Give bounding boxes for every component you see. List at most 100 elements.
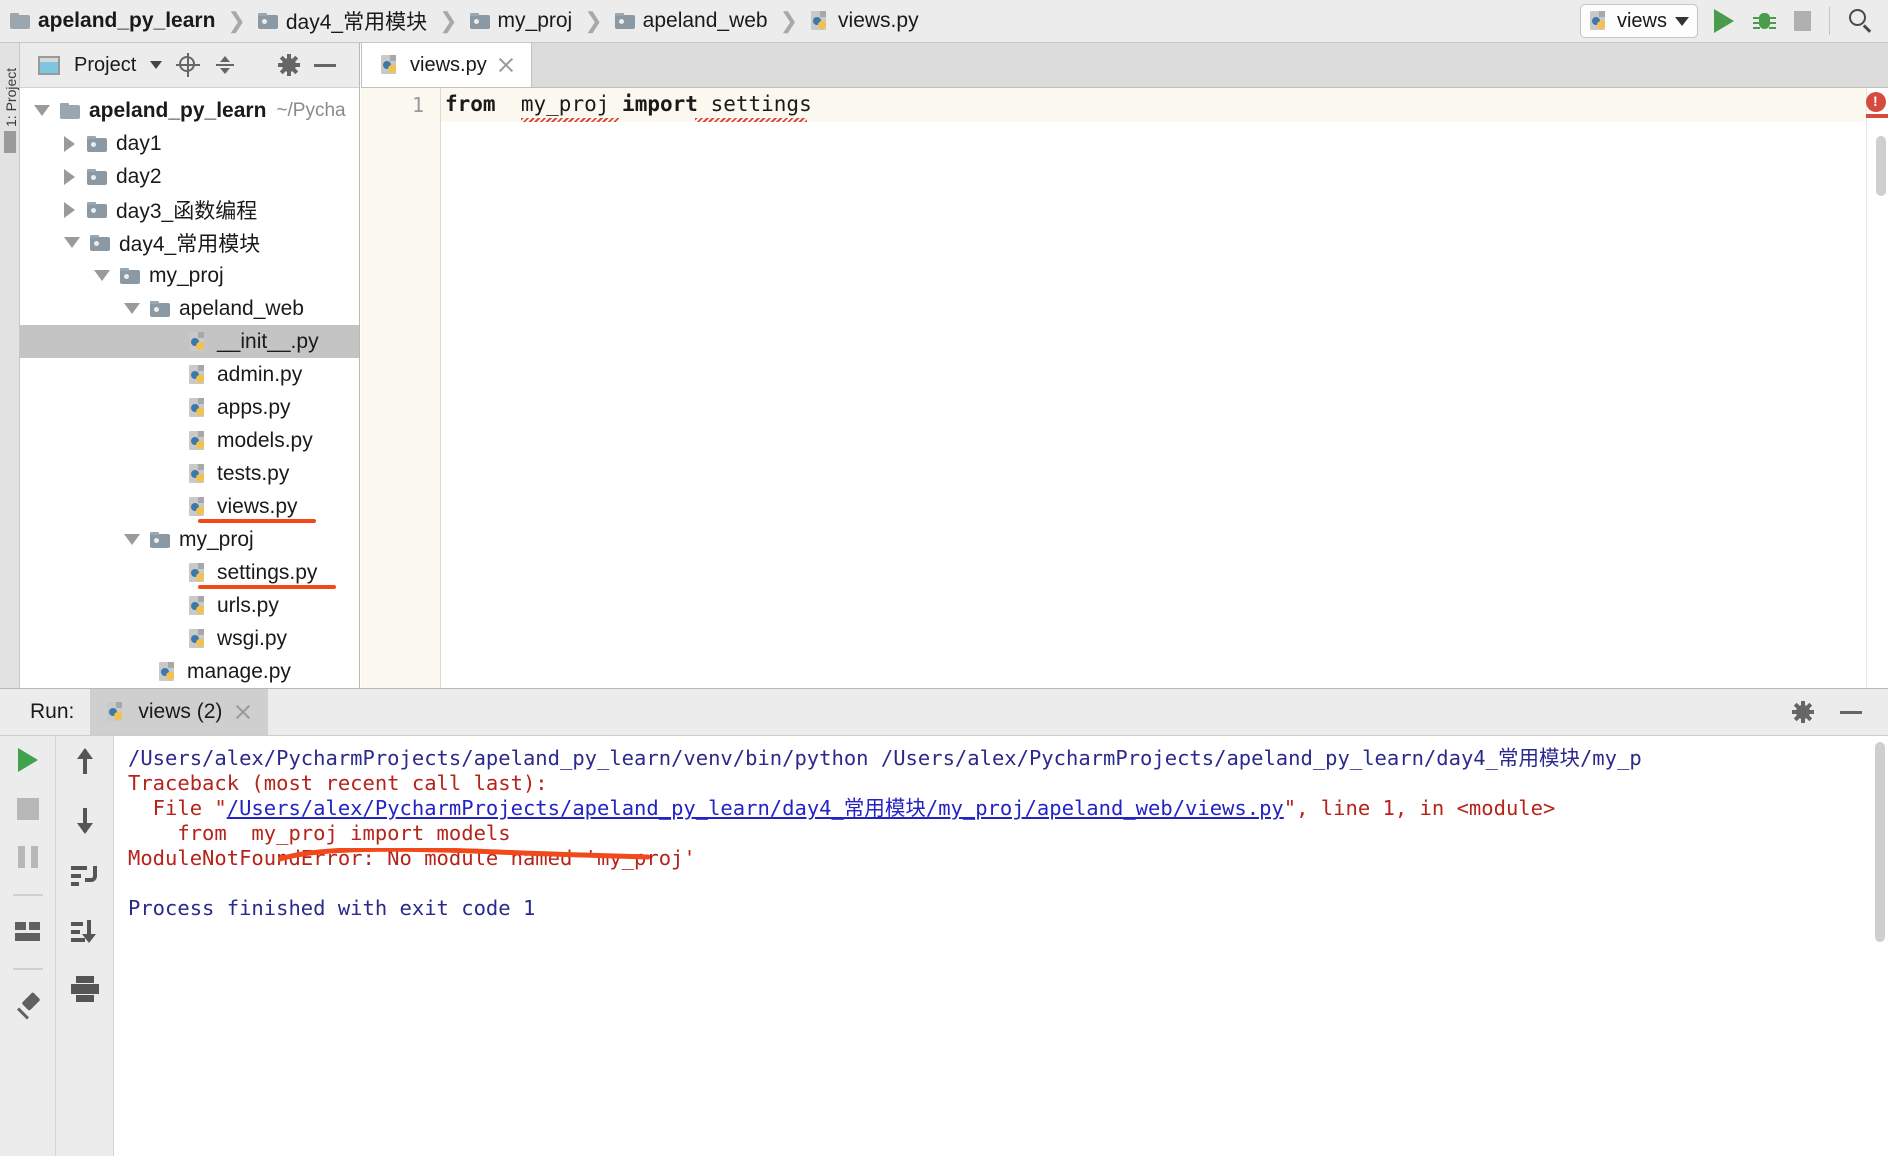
tree-row-day2[interactable]: day2 — [20, 160, 359, 193]
scroll-down-icon[interactable] — [73, 806, 97, 834]
tree-row-apps-py[interactable]: apps.py — [20, 391, 359, 424]
toolbar-divider — [1829, 7, 1830, 35]
minimize-icon[interactable] — [314, 63, 337, 67]
soft-wrap-icon[interactable] — [70, 864, 99, 890]
stop-icon[interactable] — [1794, 11, 1811, 31]
search-icon[interactable] — [1848, 8, 1874, 34]
expander-down-icon[interactable] — [94, 270, 110, 281]
tree-label: wsgi.py — [217, 626, 288, 650]
close-icon[interactable] — [234, 703, 252, 721]
editor-tab-views-py[interactable]: views.py — [361, 43, 532, 87]
console-output[interactable]: /Users/alex/PycharmProjects/apeland_py_l… — [114, 736, 1888, 1156]
pause-icon[interactable] — [17, 846, 38, 868]
console-line-command: /Users/alex/PycharmProjects/apeland_py_l… — [128, 746, 1642, 770]
tree-path-hint: ~/Pycha — [276, 99, 346, 121]
error-squiggle-imported — [695, 118, 807, 122]
close-icon[interactable] — [497, 56, 515, 74]
expander-right-icon[interactable] — [64, 135, 75, 152]
breadcrumb-item-apeland-web[interactable]: apeland_web — [614, 0, 768, 42]
structure-tool-button[interactable] — [4, 131, 16, 153]
locate-icon[interactable] — [176, 53, 201, 77]
breadcrumb-separator: ❯ — [584, 8, 603, 33]
tree-row-apeland-py-learn[interactable]: apeland_py_learn ~/Pycha — [20, 94, 359, 127]
tree-label: models.py — [217, 428, 313, 452]
console-scrollbar[interactable] — [1875, 742, 1885, 942]
python-file-icon — [188, 496, 208, 518]
minimize-icon[interactable] — [1840, 710, 1862, 714]
tree-row-day1[interactable]: day1 — [20, 127, 359, 160]
tree-row-manage-py[interactable]: manage.py — [20, 655, 359, 688]
editor-area: views.py 1 from my_proj import settings — [361, 43, 1888, 688]
breadcrumb-item-views-py[interactable]: views.py — [810, 0, 919, 42]
breadcrumb-item-project[interactable]: apeland_py_learn — [10, 0, 215, 42]
tree-label: day4_常用模块 — [119, 232, 261, 256]
error-squiggle-module — [521, 118, 619, 122]
run-icon[interactable] — [1714, 9, 1734, 33]
collapse-all-icon[interactable] — [214, 54, 236, 76]
error-stripe-mark[interactable] — [1866, 114, 1888, 118]
breadcrumb-item-my-proj[interactable]: my_proj — [469, 0, 573, 42]
keyword-from: from — [445, 92, 496, 116]
project-tool-button[interactable]: 1: Project — [3, 63, 19, 127]
tree-row-settings-py[interactable]: settings.py — [20, 556, 359, 589]
console-line-traceback: Traceback (most recent call last): — [128, 771, 548, 795]
run-tab-views[interactable]: views (2) — [90, 689, 269, 735]
expander-down-icon[interactable] — [64, 237, 80, 248]
tree-label: settings.py — [217, 560, 318, 584]
stop-icon[interactable] — [16, 798, 39, 820]
folder-icon — [150, 300, 170, 317]
folder-icon — [120, 267, 140, 284]
breadcrumb-label: apeland_py_learn — [38, 9, 216, 32]
console-file-prefix: File " — [128, 796, 227, 820]
folder-icon — [87, 201, 107, 218]
tree-label: manage.py — [187, 659, 291, 683]
pin-icon[interactable] — [15, 991, 41, 1022]
run-panel-header: Run: views (2) — [0, 689, 1888, 736]
folder-icon — [87, 135, 107, 152]
breadcrumb-label: my_proj — [497, 9, 573, 32]
scroll-to-end-icon[interactable] — [70, 920, 99, 946]
tree-row-models-py[interactable]: models.py — [20, 424, 359, 457]
rerun-icon[interactable] — [17, 748, 38, 772]
tree-label: my_proj — [179, 527, 254, 551]
print-icon[interactable] — [70, 976, 99, 1002]
tree-row-views-py[interactable]: views.py — [20, 490, 359, 523]
line-number: 1 — [411, 93, 424, 117]
gear-icon[interactable] — [278, 54, 301, 76]
scroll-up-icon[interactable] — [73, 748, 97, 776]
console-file-link[interactable]: /Users/alex/PycharmProjects/apeland_py_l… — [227, 796, 1284, 820]
error-badge-icon[interactable] — [1866, 92, 1886, 112]
expander-down-icon[interactable] — [124, 534, 140, 545]
chevron-down-icon[interactable] — [150, 61, 163, 69]
tree-row-apeland-web[interactable]: apeland_web — [20, 292, 359, 325]
module-name: my_proj — [520, 92, 610, 116]
editor-tab-label: views.py — [410, 53, 487, 76]
python-file-icon — [106, 701, 126, 723]
run-configuration-selector[interactable]: views — [1579, 4, 1698, 38]
code-editor[interactable]: 1 from my_proj import settings — [361, 88, 1888, 688]
expander-right-icon[interactable] — [64, 201, 75, 218]
tree-row-urls-py[interactable]: urls.py — [20, 589, 359, 622]
breadcrumb-separator: ❯ — [779, 8, 799, 33]
debug-icon[interactable] — [1752, 9, 1776, 33]
expander-down-icon[interactable] — [34, 105, 50, 116]
tree-row-admin-py[interactable]: admin.py — [20, 358, 359, 391]
expander-down-icon[interactable] — [124, 303, 140, 314]
breadcrumb-label: apeland_web — [642, 9, 768, 32]
tree-label: admin.py — [217, 362, 303, 386]
breadcrumb-item-day4[interactable]: day4_常用模块 — [257, 0, 428, 42]
tree-row-day4[interactable]: day4_常用模块 — [20, 226, 359, 259]
editor-scrollbar[interactable] — [1876, 136, 1886, 196]
tree-row-my-proj-inner[interactable]: my_proj — [20, 523, 359, 556]
tree-row-my-proj-outer[interactable]: my_proj — [20, 259, 359, 292]
expander-right-icon[interactable] — [64, 168, 75, 185]
layout-icon[interactable] — [14, 922, 41, 942]
tree-row-day3[interactable]: day3_函数编程 — [20, 193, 359, 226]
tree-row-tests-py[interactable]: tests.py — [20, 457, 359, 490]
folder-icon — [10, 13, 30, 29]
folder-icon — [87, 168, 107, 185]
tree-row-wsgi-py[interactable]: wsgi.py — [20, 622, 359, 655]
gear-icon[interactable] — [1792, 701, 1814, 723]
tree-row-init-py[interactable]: __init__.py — [20, 325, 359, 358]
breadcrumb-label: day4_常用模块 — [285, 11, 428, 34]
